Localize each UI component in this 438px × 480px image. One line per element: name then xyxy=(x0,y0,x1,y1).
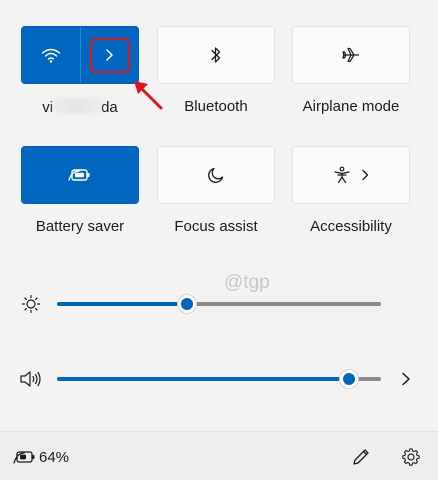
wifi-label: vi da xyxy=(10,98,150,116)
wifi-tile xyxy=(21,26,139,84)
watermark-text: @tgp xyxy=(224,272,270,293)
brightness-slider[interactable] xyxy=(57,294,381,314)
focus-assist-label: Focus assist xyxy=(174,218,258,235)
volume-icon xyxy=(20,371,41,387)
volume-slider[interactable] xyxy=(57,369,381,389)
wifi-label-start: vi xyxy=(42,99,54,116)
airplane-mode-label: Airplane mode xyxy=(302,98,400,115)
brightness-slider-fill xyxy=(57,302,187,306)
moon-icon xyxy=(208,167,224,183)
battery-percentage: 64% xyxy=(39,449,70,466)
accessibility-icon xyxy=(334,166,350,184)
volume-slider-thumb[interactable] xyxy=(339,369,359,389)
wifi-icon xyxy=(41,48,61,63)
redacted-network-name xyxy=(53,98,102,114)
pencil-icon[interactable] xyxy=(351,447,371,467)
wifi-toggle-button[interactable] xyxy=(22,27,80,83)
brightness-icon xyxy=(21,294,41,314)
wifi-label-end: da xyxy=(101,99,118,116)
volume-output-chevron-icon[interactable] xyxy=(400,372,412,386)
volume-slider-fill xyxy=(57,377,349,381)
bluetooth-tile[interactable] xyxy=(157,26,275,84)
battery-saver-label: Battery saver xyxy=(35,218,125,235)
battery-charging-icon[interactable] xyxy=(13,449,37,465)
quick-settings-panel: vi da Bluetooth Airplane mode Battery sav… xyxy=(0,0,438,480)
annotation-highlight-box xyxy=(90,38,130,73)
brightness-slider-thumb[interactable] xyxy=(177,294,197,314)
focus-assist-tile[interactable] xyxy=(157,146,275,204)
chevron-right-icon xyxy=(362,169,369,181)
battery-saver-tile[interactable] xyxy=(21,146,139,204)
bluetooth-icon xyxy=(211,47,221,63)
airplane-icon xyxy=(342,47,359,63)
quick-settings-footer: 64% xyxy=(0,431,438,480)
bluetooth-label: Bluetooth xyxy=(184,98,248,115)
accessibility-label: Accessibility xyxy=(310,218,392,235)
gear-icon[interactable] xyxy=(401,447,421,467)
accessibility-tile[interactable] xyxy=(292,146,410,204)
battery-saver-icon xyxy=(68,169,90,181)
airplane-mode-tile[interactable] xyxy=(292,26,410,84)
